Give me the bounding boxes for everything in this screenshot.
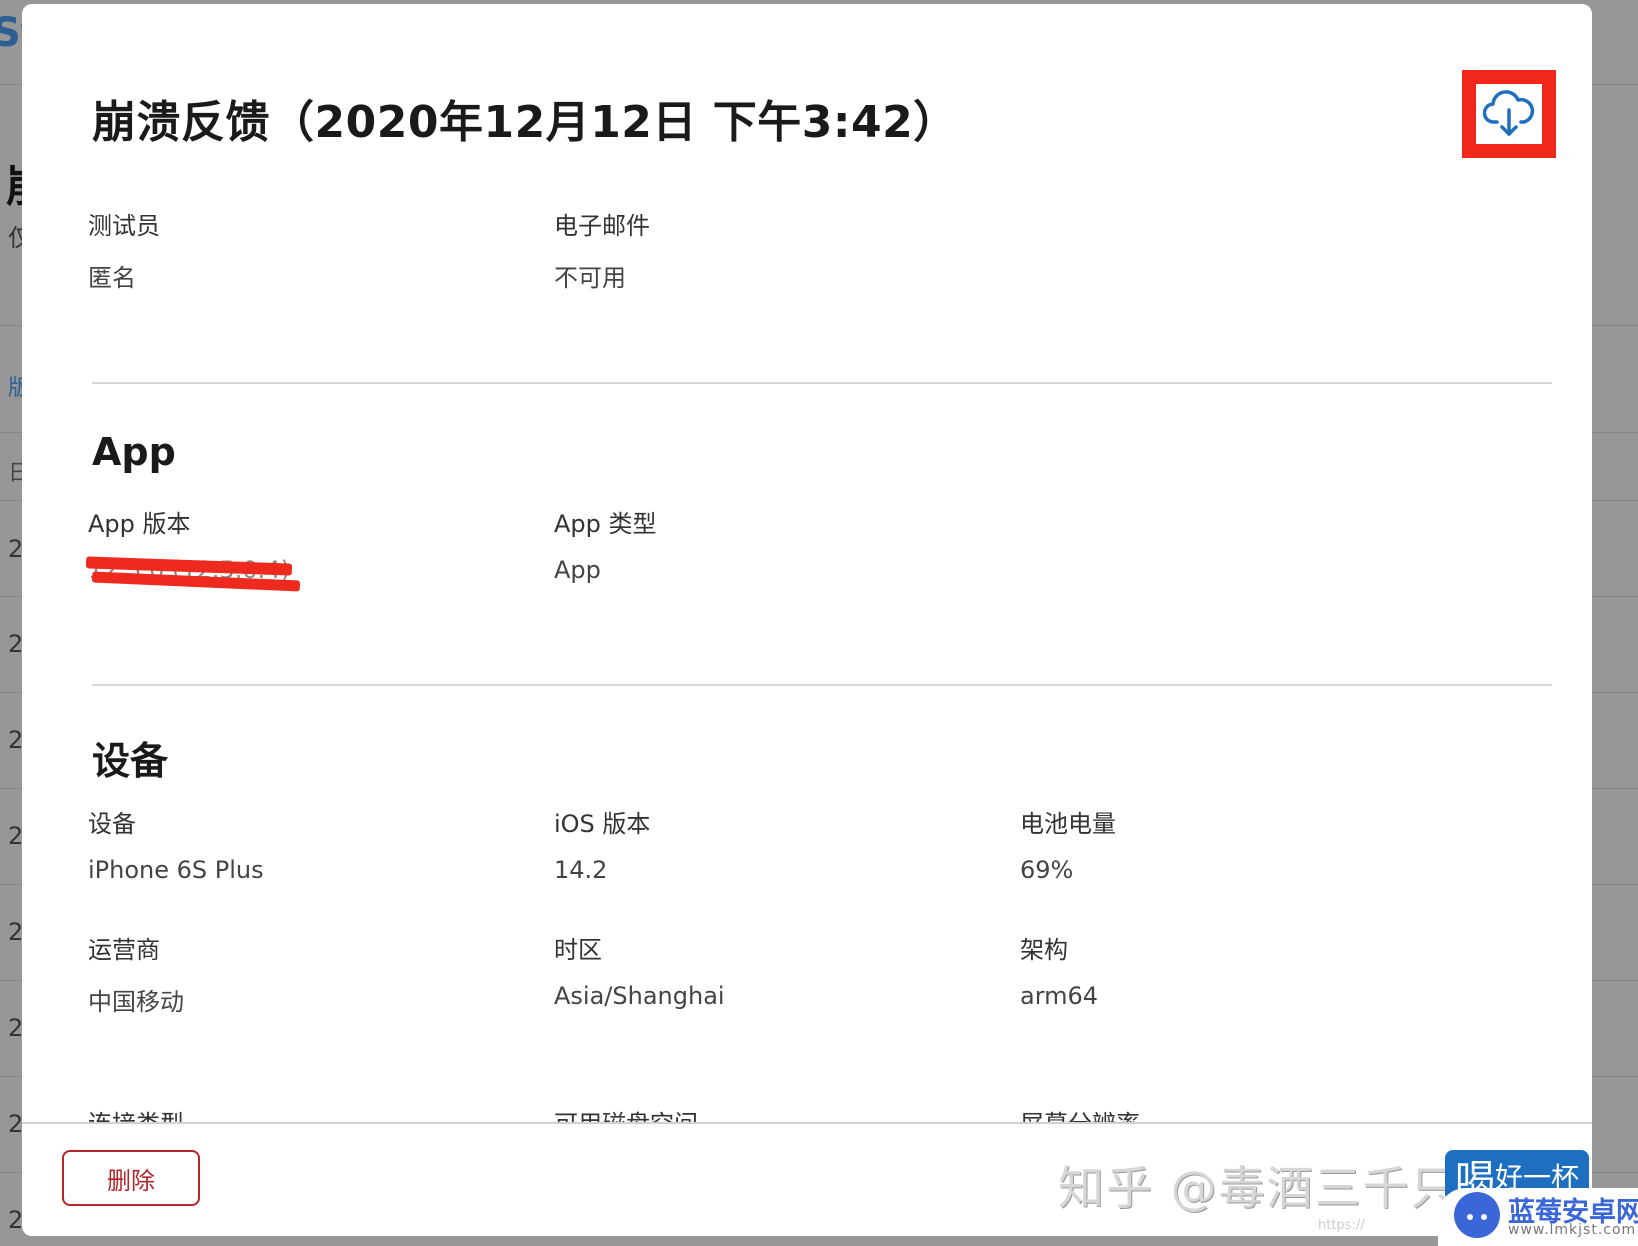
- app-section-title: App: [92, 430, 176, 474]
- crash-feedback-modal: 崩溃反馈（2020年12月12日 下午3:42） 测试员 匿名 电子邮件 不可用…: [22, 4, 1592, 1236]
- timezone-value: Asia/Shanghai: [554, 982, 725, 1010]
- site-watermark: 蓝莓安卓网 www.lmkjst.com: [1438, 1188, 1638, 1246]
- architecture-value: arm64: [1020, 982, 1099, 1010]
- battery-label: 电池电量: [1020, 810, 1116, 838]
- modal-title: 崩溃反馈（2020年12月12日 下午3:42）: [92, 97, 958, 148]
- device-value: iPhone 6S Plus: [88, 856, 264, 884]
- background-row-value: 2: [8, 1206, 24, 1234]
- background-row-value: 2: [8, 1110, 24, 1138]
- background-row-value: 2: [8, 822, 24, 850]
- section-divider: [92, 382, 1552, 384]
- timezone-label: 时区: [554, 936, 602, 964]
- faint-url-watermark: https://: [1318, 1218, 1365, 1233]
- background-row-value: 2: [8, 535, 24, 563]
- email-value: 不可用: [554, 264, 626, 292]
- background-row-value: 2: [8, 630, 24, 658]
- app-version-label: App 版本: [88, 510, 191, 538]
- footer-divider: [22, 1122, 1592, 1124]
- site-watermark-url: www.lmkjst.com: [1508, 1222, 1637, 1238]
- zhihu-watermark: 知乎 @毒酒三千只: [1058, 1161, 1459, 1215]
- delete-button[interactable]: 删除: [62, 1150, 200, 1206]
- background-row-value: 2: [8, 1014, 24, 1042]
- cloud-download-icon: [1483, 90, 1535, 136]
- email-label: 电子邮件: [554, 212, 650, 240]
- carrier-label: 运营商: [88, 936, 160, 964]
- device-label: 设备: [88, 810, 136, 838]
- ios-version-label: iOS 版本: [554, 810, 651, 838]
- background-row-value: 2: [8, 918, 24, 946]
- carrier-value: 中国移动: [88, 988, 184, 1016]
- download-button[interactable]: [1462, 70, 1556, 158]
- background-row-value: 2: [8, 726, 24, 754]
- device-section-title: 设备: [92, 739, 169, 783]
- android-logo-icon: [1454, 1192, 1500, 1238]
- architecture-label: 架构: [1020, 936, 1068, 964]
- app-type-value: App: [554, 556, 601, 584]
- battery-value: 69%: [1020, 856, 1074, 884]
- section-divider: [92, 684, 1552, 686]
- app-type-label: App 类型: [554, 510, 657, 538]
- tester-label: 测试员: [88, 212, 160, 240]
- tester-value: 匿名: [88, 264, 136, 292]
- ios-version-value: 14.2: [554, 856, 608, 884]
